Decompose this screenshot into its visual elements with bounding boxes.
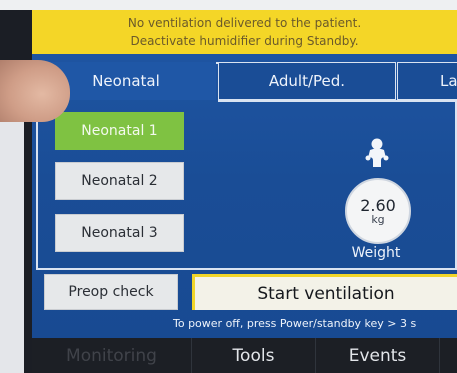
nav-tools[interactable]: Tools (192, 338, 316, 373)
bottom-nav-bar: Monitoring Tools Events (32, 338, 457, 373)
tab-adult-ped[interactable]: Adult/Ped. (218, 62, 396, 100)
tab-large[interactable]: La (397, 62, 457, 100)
start-ventilation-button[interactable]: Start ventilation (192, 274, 457, 310)
weight-control[interactable]: 2.60 kg (345, 178, 411, 244)
standby-banner: No ventilation delivered to the patient.… (32, 10, 457, 54)
weight-unit: kg (371, 212, 385, 226)
hand-edge (0, 110, 24, 373)
banner-line-1: No ventilation delivered to the patient. (127, 16, 362, 30)
nav-events[interactable]: Events (316, 338, 440, 373)
preset-neonatal-2-button[interactable]: Neonatal 2 (55, 162, 184, 200)
infant-icon (365, 138, 389, 167)
top-frame (0, 0, 457, 10)
preop-check-button[interactable]: Preop check (44, 274, 178, 310)
nav-more[interactable] (440, 338, 457, 373)
thumb (0, 60, 70, 122)
preset-neonatal-1-button[interactable]: Neonatal 1 (55, 112, 184, 150)
nav-monitoring[interactable]: Monitoring (32, 338, 192, 373)
preset-neonatal-3-button[interactable]: Neonatal 3 (55, 214, 184, 252)
ventilator-screen: No ventilation delivered to the patient.… (32, 10, 457, 350)
power-off-hint: To power off, press Power/standby key > … (173, 317, 417, 330)
weight-label: Weight (351, 245, 401, 261)
weight-value: 2.60 (360, 195, 396, 215)
banner-line-2: Deactivate humidifier during Standby. (130, 34, 359, 48)
